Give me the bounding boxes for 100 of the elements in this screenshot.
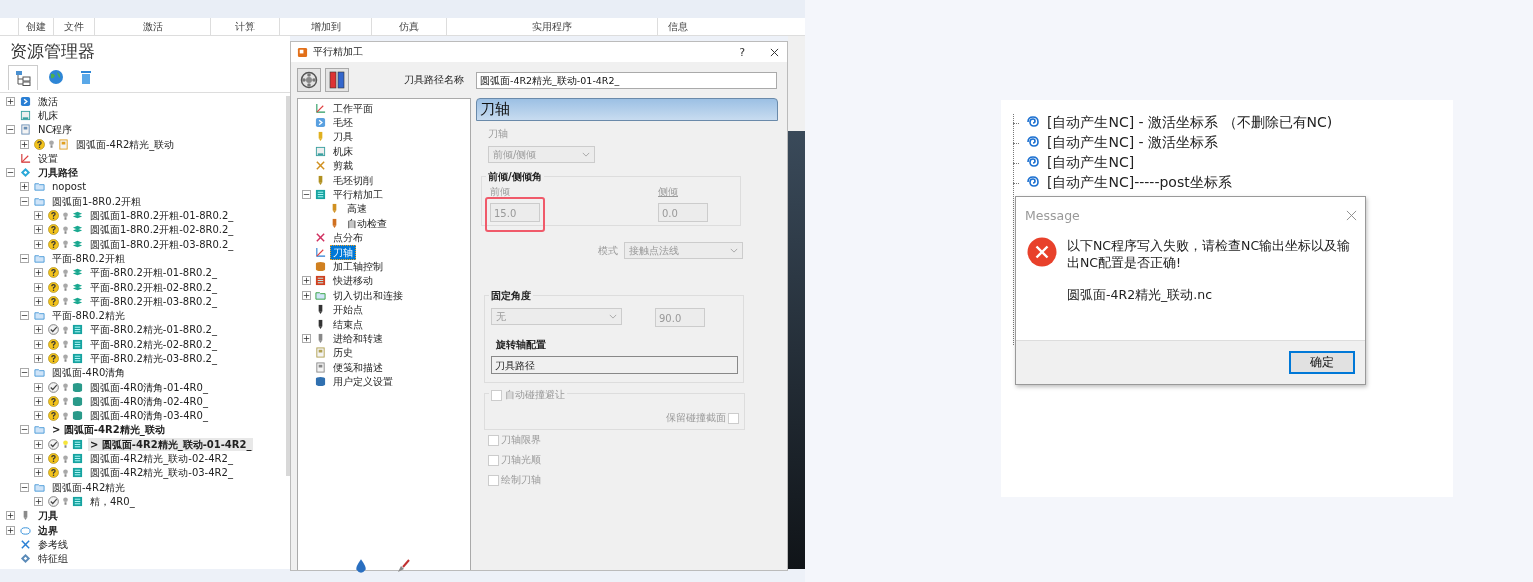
tree-item[interactable]: 参考线 <box>36 537 70 551</box>
expand-toggle[interactable] <box>6 125 15 135</box>
ribbon-tab[interactable]: 文件 <box>53 18 94 35</box>
expand-toggle[interactable] <box>20 425 29 435</box>
machine-icon <box>315 145 326 157</box>
expand-toggle[interactable] <box>34 439 43 449</box>
tree-item[interactable]: 机床 <box>36 108 60 122</box>
tree-item[interactable]: 平面-8R0.2开粗-01-8R0.2_ <box>88 266 219 280</box>
expand-toggle[interactable] <box>34 354 43 363</box>
tree-item[interactable]: 精，4R0_ <box>88 494 137 508</box>
scrollbar[interactable] <box>286 96 290 476</box>
drop-icon[interactable] <box>354 558 368 574</box>
expand-toggle[interactable] <box>20 253 29 263</box>
list-item[interactable]: [自动产生NC] - 激活坐标系 <box>1047 134 1219 152</box>
tree-item[interactable]: 圆弧面-4R2精光_联动-03-4R2_ <box>88 466 235 480</box>
tree-item[interactable]: 圆弧面-4R2精光 <box>50 480 128 494</box>
tree-item[interactable]: 圆弧面1-8R0.2开粗 <box>50 194 144 208</box>
tree-item[interactable]: 平面-8R0.2开粗-03-8R0.2_ <box>88 294 219 308</box>
expand-toggle[interactable] <box>34 382 43 392</box>
tree-item[interactable]: 圆弧面-4R0清角 <box>50 366 128 380</box>
expand-toggle[interactable] <box>34 239 43 249</box>
expand-toggle[interactable] <box>20 368 29 378</box>
caret-icon <box>582 152 590 157</box>
expand-toggle[interactable] <box>20 482 29 492</box>
tree-item[interactable]: 平面-8R0.2开粗-02-8R0.2_ <box>88 280 219 294</box>
lines-icon <box>72 438 83 450</box>
expand-toggle[interactable] <box>34 454 43 464</box>
tree-item[interactable]: 设置 <box>36 151 60 165</box>
tree-item[interactable]: 圆弧面-4R0清角-01-4R0_ <box>88 380 210 394</box>
tree-item[interactable]: 平面-8R0.2开粗 <box>50 251 127 265</box>
expand-toggle[interactable] <box>34 211 43 220</box>
expand-toggle[interactable] <box>20 196 29 206</box>
tree-item[interactable]: 圆弧面1-8R0.2开粗-01-8R0.2_ <box>88 209 236 222</box>
tree-item[interactable]: 平面-8R0.2精光-01-8R0.2_ <box>88 323 219 337</box>
expand-toggle[interactable] <box>34 325 43 335</box>
toolbar-button[interactable] <box>325 68 349 92</box>
expand-toggle[interactable] <box>6 96 15 106</box>
list-item[interactable]: [自动产生NC] - 激活坐标系 （不删除已有NC) <box>1047 114 1333 132</box>
tree-item[interactable]: > 圆弧面-4R2精光_联动-01-4R2_ <box>88 437 254 451</box>
tree-item[interactable]: 圆弧面-4R2精光_联动-02-4R2_ <box>88 452 235 466</box>
cross-icon <box>20 538 31 550</box>
expand-toggle[interactable] <box>20 311 29 321</box>
plus-icon <box>35 383 42 391</box>
ribbon-tab[interactable]: 激活 <box>94 18 210 35</box>
page-header: 刀轴 <box>476 98 778 121</box>
expand-toggle[interactable] <box>34 411 43 421</box>
expand-toggle[interactable] <box>34 296 43 306</box>
tree-item[interactable]: 圆弧面1-8R0.2开粗-03-8R0.2_ <box>88 237 236 251</box>
tree-item[interactable]: 圆弧面1-8R0.2开粗-02-8R0.2_ <box>88 223 236 237</box>
ribbon-tab[interactable]: 实用程序 <box>446 18 657 35</box>
tree-item[interactable]: nopost <box>50 180 89 194</box>
tree-item[interactable]: 平面-8R0.2精光-02-8R0.2_ <box>88 337 219 351</box>
ribbon-tab[interactable]: 创建 <box>18 18 53 35</box>
error-message: 以下NC程序写入失败，请检查NC输出坐标以及输出NC配置是否正确! <box>1067 237 1352 271</box>
toolbar-button[interactable] <box>297 68 321 92</box>
ribbon-tab[interactable]: 仿真 <box>371 18 446 35</box>
list-item[interactable]: [自动产生NC] <box>1047 154 1135 172</box>
expand-toggle[interactable] <box>20 139 29 149</box>
tree-item[interactable]: 圆弧面-4R0清角-03-4R0_ <box>88 409 210 423</box>
checkbox-label: 刀轴光顺 <box>501 453 541 467</box>
expand-toggle[interactable] <box>34 339 43 349</box>
ribbon-tab[interactable]: 信息 <box>657 18 698 35</box>
tree-item[interactable]: 平面-8R0.2精光-03-8R0.2_ <box>88 352 219 365</box>
stack-icon <box>20 553 31 565</box>
tree-item[interactable]: 刀具 <box>36 509 60 523</box>
tree-tab[interactable] <box>8 65 38 90</box>
ribbon-tab[interactable]: 增加到 <box>279 18 371 35</box>
ribbon-tab[interactable]: 计算 <box>210 18 279 35</box>
expand-toggle[interactable] <box>6 511 15 521</box>
expand-toggle[interactable] <box>34 268 43 278</box>
ok-button[interactable]: 确定 <box>1289 351 1355 374</box>
expand-toggle[interactable] <box>6 168 15 178</box>
close-icon[interactable] <box>770 47 779 57</box>
brush-icon[interactable] <box>396 558 410 574</box>
lines-icon <box>72 338 83 350</box>
tree-item[interactable]: 刀具路径 <box>36 166 80 180</box>
expand-toggle[interactable] <box>6 525 15 535</box>
layers-icon <box>72 238 83 250</box>
tree-item[interactable]: > 圆弧面-4R2精光_联动 <box>50 423 167 437</box>
checkbox-label: 刀轴限界 <box>501 433 541 447</box>
expand-toggle[interactable] <box>34 496 43 506</box>
lines-icon <box>72 467 83 479</box>
plus-icon <box>303 277 310 285</box>
plus-icon <box>35 397 42 405</box>
expand-toggle[interactable] <box>34 225 43 235</box>
tree-item[interactable]: 圆弧面-4R0清角-02-4R0_ <box>88 394 210 408</box>
folder-icon <box>34 424 45 436</box>
list-item[interactable]: [自动产生NC]-----post坐标系 <box>1047 174 1232 192</box>
tree-item[interactable]: NC程序 <box>36 123 75 137</box>
expand-toggle[interactable] <box>34 282 43 292</box>
tree-item[interactable]: 激活 <box>36 94 60 108</box>
expand-toggle[interactable] <box>20 182 29 192</box>
plus-icon <box>35 283 42 291</box>
expand-toggle[interactable] <box>34 468 43 478</box>
plus-icon <box>35 455 42 463</box>
expand-toggle[interactable] <box>34 396 43 406</box>
tree-item[interactable]: 平面-8R0.2精光 <box>50 309 127 323</box>
tree-item[interactable]: 边界 <box>36 523 60 537</box>
tree-item[interactable]: 特征组 <box>36 552 70 566</box>
tree-item[interactable]: 圆弧面-4R2精光_联动 <box>74 137 177 151</box>
